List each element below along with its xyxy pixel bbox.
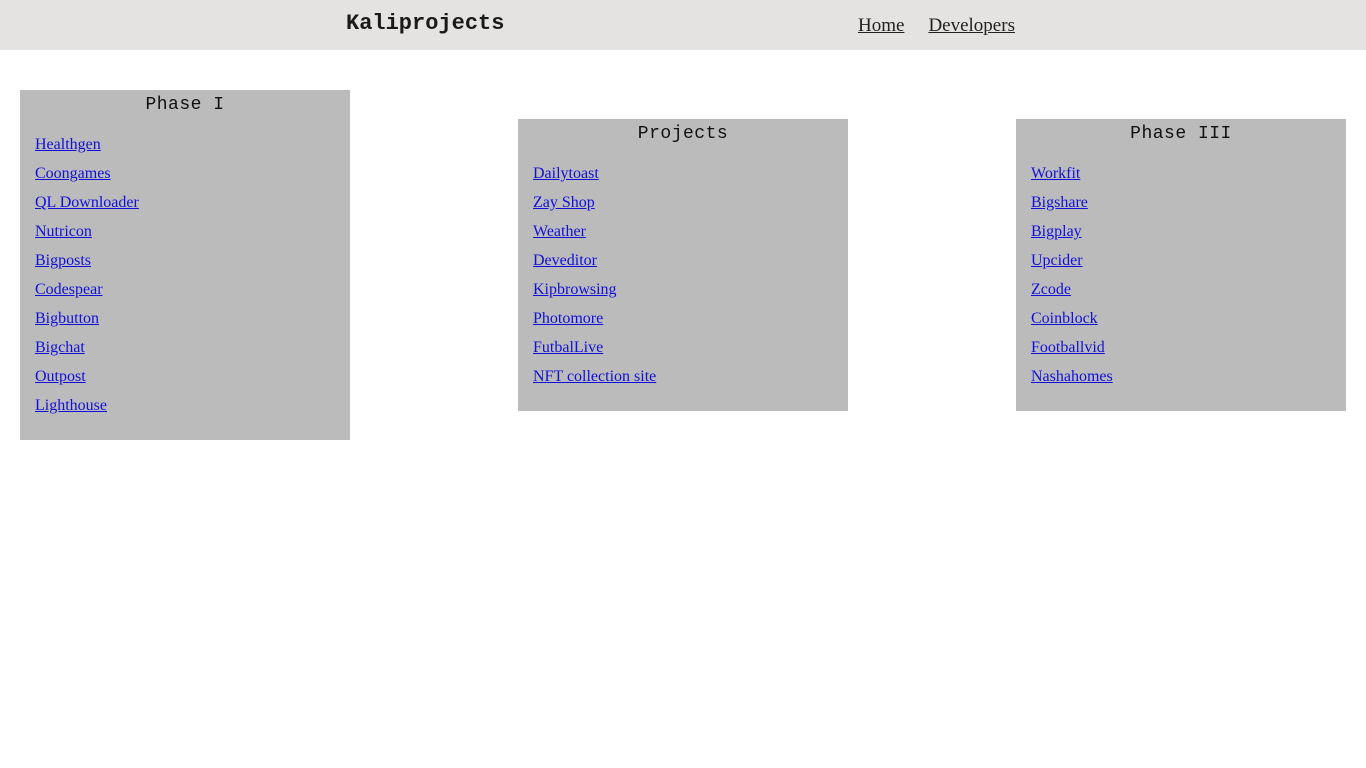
list-item: Healthgen — [35, 136, 350, 165]
list-item: Coinblock — [1031, 310, 1346, 339]
phase-3-link-list: Workfit Bigshare Bigplay Upcider Zcode C… — [1016, 159, 1346, 405]
list-item: Upcider — [1031, 252, 1346, 281]
project-link-codespear[interactable]: Codespear — [35, 281, 103, 298]
projects-panel: Projects Dailytoast Zay Shop Weather Dev… — [518, 119, 848, 411]
project-link-dailytoast[interactable]: Dailytoast — [533, 165, 599, 182]
project-link-zcode[interactable]: Zcode — [1031, 281, 1071, 298]
project-link-nashahomes[interactable]: Nashahomes — [1031, 368, 1113, 385]
panel-title-projects: Projects — [637, 124, 729, 144]
list-item: Weather — [533, 223, 848, 252]
project-link-coinblock[interactable]: Coinblock — [1031, 310, 1098, 327]
project-link-lighthouse[interactable]: Lighthouse — [35, 397, 107, 414]
list-item: Codespear — [35, 281, 350, 310]
list-item: FutbalLive — [533, 339, 848, 368]
project-link-nft-collection-site[interactable]: NFT collection site — [533, 368, 656, 385]
list-item: Photomore — [533, 310, 848, 339]
nav-link-developers[interactable]: Developers — [928, 14, 1015, 38]
phase-1-link-list: Healthgen Coongames QL Downloader Nutric… — [20, 130, 350, 434]
panel-title-phase-3: Phase III — [1130, 124, 1232, 144]
list-item: NFT collection site — [533, 368, 848, 397]
list-item: Coongames — [35, 165, 350, 194]
list-item: Kipbrowsing — [533, 281, 848, 310]
project-link-bigchat[interactable]: Bigchat — [35, 339, 85, 356]
project-link-kipbrowsing[interactable]: Kipbrowsing — [533, 281, 617, 298]
list-item: Dailytoast — [533, 165, 848, 194]
list-item: Footballvid — [1031, 339, 1346, 368]
list-item: Lighthouse — [35, 397, 350, 426]
list-item: Bigshare — [1031, 194, 1346, 223]
site-brand[interactable]: Kaliprojects — [346, 11, 504, 37]
project-link-workfit[interactable]: Workfit — [1031, 165, 1080, 182]
project-link-zay-shop[interactable]: Zay Shop — [533, 194, 595, 211]
panel-title-phase-1: Phase I — [145, 95, 225, 115]
project-link-outpost[interactable]: Outpost — [35, 368, 86, 385]
project-link-weather[interactable]: Weather — [533, 223, 586, 240]
list-item: Nutricon — [35, 223, 350, 252]
list-item: Nashahomes — [1031, 368, 1346, 397]
project-link-photomore[interactable]: Photomore — [533, 310, 603, 327]
project-link-footballvid[interactable]: Footballvid — [1031, 339, 1105, 356]
list-item: Bigposts — [35, 252, 350, 281]
projects-link-list: Dailytoast Zay Shop Weather Deveditor Ki… — [518, 159, 848, 405]
list-item: Zay Shop — [533, 194, 848, 223]
project-link-nutricon[interactable]: Nutricon — [35, 223, 92, 240]
list-item: Deveditor — [533, 252, 848, 281]
list-item: QL Downloader — [35, 194, 350, 223]
project-link-ql-downloader[interactable]: QL Downloader — [35, 194, 139, 211]
list-item: Workfit — [1031, 165, 1346, 194]
list-item: Bigbutton — [35, 310, 350, 339]
project-link-upcider[interactable]: Upcider — [1031, 252, 1083, 269]
project-link-bigposts[interactable]: Bigposts — [35, 252, 91, 269]
list-item: Zcode — [1031, 281, 1346, 310]
project-link-bigplay[interactable]: Bigplay — [1031, 223, 1082, 240]
phase-1-panel: Phase I Healthgen Coongames QL Downloade… — [20, 90, 350, 440]
project-link-bigbutton[interactable]: Bigbutton — [35, 310, 99, 327]
list-item: Bigchat — [35, 339, 350, 368]
project-link-futballive[interactable]: FutbalLive — [533, 339, 603, 356]
project-link-deveditor[interactable]: Deveditor — [533, 252, 597, 269]
list-item: Bigplay — [1031, 223, 1346, 252]
list-item: Outpost — [35, 368, 350, 397]
nav-link-home[interactable]: Home — [858, 14, 904, 38]
project-link-coongames[interactable]: Coongames — [35, 165, 111, 182]
project-link-healthgen[interactable]: Healthgen — [35, 136, 101, 153]
top-navbar: Kaliprojects Home Developers — [0, 0, 1366, 50]
project-link-bigshare[interactable]: Bigshare — [1031, 194, 1088, 211]
phase-3-panel: Phase III Workfit Bigshare Bigplay Upcid… — [1016, 119, 1346, 411]
main-nav: Home Developers — [858, 14, 1015, 38]
